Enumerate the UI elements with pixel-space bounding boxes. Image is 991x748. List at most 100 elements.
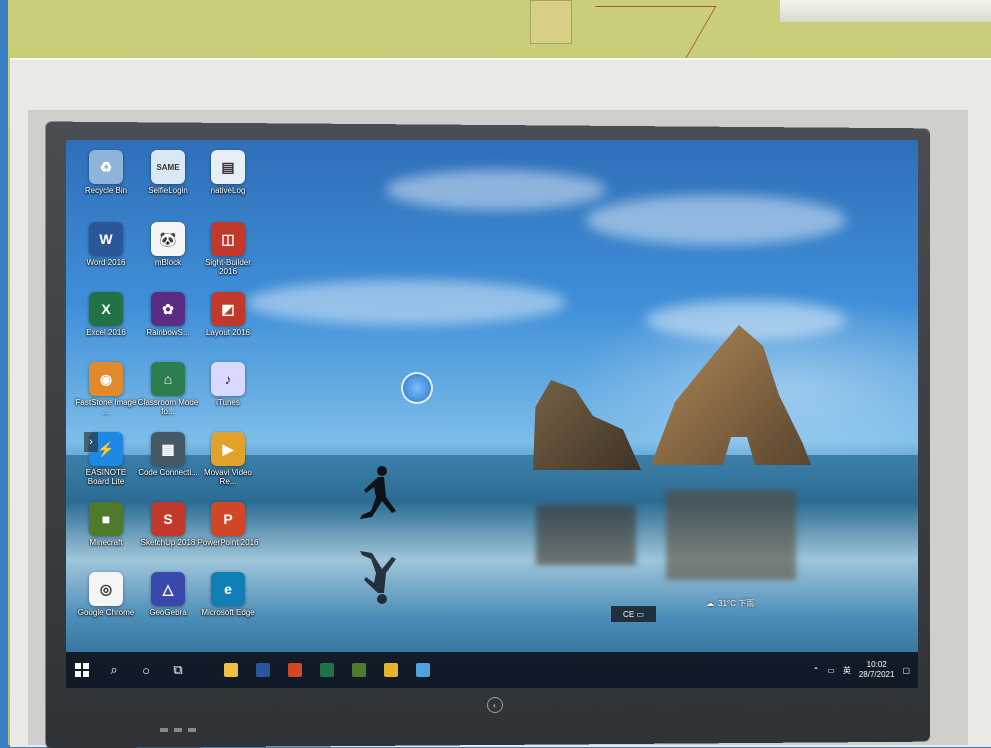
desktop-screen[interactable]: ♻ Recycle Bin SAME SelfieLogin ▤ nativeLog W Wo…	[66, 140, 918, 688]
layout-2016-icon: ◩	[211, 292, 245, 326]
desktop-icon-layout-2016[interactable]: ◩ Layout 2016	[196, 292, 260, 337]
desktop-icon-native-log[interactable]: ▤ nativeLog	[196, 150, 260, 195]
desktop-icon-google-chrome[interactable]: ◎ Google Chrome	[74, 572, 138, 617]
cloud	[246, 280, 566, 325]
desktop-icon-label: SelfieLogin	[148, 186, 188, 195]
word-2016-icon: W	[89, 222, 123, 256]
ceiling-light	[780, 0, 991, 22]
weather-widget[interactable]: ☁ 31°C 下雨	[706, 598, 754, 609]
junction-box	[530, 0, 572, 44]
cloud	[386, 170, 606, 210]
desktop-icon-label: GeoGebra	[149, 608, 187, 617]
desktop-icon-label: Layout 2016	[205, 328, 251, 337]
desktop-icon-powerpoint-2016[interactable]: P PowerPoint 2016	[196, 502, 260, 547]
taskbar-file-explorer-icon[interactable]	[224, 663, 238, 677]
taskbar-powerpoint-icon[interactable]	[288, 663, 302, 677]
chevron-right-icon[interactable]: ›	[84, 432, 98, 452]
usb-port	[160, 728, 168, 732]
task-view-button[interactable]: ⧉	[162, 654, 194, 686]
microsoft-edge-icon: e	[211, 572, 245, 606]
excel-2016-icon: X	[89, 292, 123, 326]
circle-icon: ○	[142, 662, 150, 678]
desktop-icon-geogebra[interactable]: △ GeoGebra	[136, 572, 200, 617]
desktop-icon-word-2016[interactable]: W Word 2016	[74, 222, 138, 267]
itunes-icon: ♪	[211, 362, 245, 396]
desktop-icon-label: Google Chrome	[77, 608, 135, 617]
desktop-icon-classroom-mode[interactable]: ⌂ Classroom Mode fo...	[136, 362, 200, 416]
desktop-icon-sketchup[interactable]: S SketchUp 2018	[136, 502, 200, 547]
taskbar-chrome-icon[interactable]	[384, 663, 398, 677]
desktop-icon-recycle-bin[interactable]: ♻ Recycle Bin	[74, 150, 138, 195]
desktop-icon-same-login[interactable]: SAME SelfieLogin	[136, 150, 200, 195]
desktop-icon-label: Microsoft Edge	[201, 608, 255, 617]
network-icon[interactable]: ▭	[827, 666, 835, 675]
taskbar-word-icon[interactable]	[256, 663, 270, 677]
movavi-icon: ▶	[211, 432, 245, 466]
desktop-icon-label: iTunes	[216, 398, 240, 407]
google-chrome-icon: ◎	[89, 572, 123, 606]
mblock-icon: 🐼	[151, 222, 185, 256]
chevron-up-icon[interactable]: ⌃	[813, 666, 820, 675]
taskbar-screen-tool-icon[interactable]	[416, 663, 430, 677]
clock[interactable]: 10:02 28/7/2021	[859, 660, 895, 680]
input-language[interactable]: 英	[843, 665, 851, 676]
runner-silhouette	[360, 466, 396, 519]
desktop-icon-label: EASINOTE Board Lite	[85, 468, 127, 486]
clock-time: 10:02	[866, 660, 887, 669]
desktop-icon-microsoft-edge[interactable]: e Microsoft Edge	[196, 572, 260, 617]
desktop-icon-label: Minecraft	[89, 538, 123, 547]
search-icon: ⌕	[110, 662, 118, 677]
input-indicator-label: CE ▭	[623, 609, 644, 619]
desktop-icon-label: PowerPoint 2016	[197, 538, 259, 547]
geogebra-icon: △	[151, 572, 185, 606]
desktop-icon-label: SketchUp 2018	[140, 538, 196, 547]
desktop-icon-label: Movavi Video Re...	[204, 468, 252, 486]
code-connection-icon: ▦	[151, 432, 185, 466]
desktop-icon-label: Recycle Bin	[84, 186, 128, 195]
sketchup-icon: S	[151, 502, 185, 536]
desktop-icon-code-connection[interactable]: ▦ Code Connecti...	[136, 432, 200, 477]
desktop-icon-excel-2016[interactable]: X Excel 2016	[74, 292, 138, 337]
input-indicator[interactable]: CE ▭	[611, 606, 656, 622]
cloud	[586, 195, 846, 245]
same-login-icon: SAME	[151, 150, 185, 184]
desktop-icon-rainbows[interactable]: ✿ RainbowS...	[136, 292, 200, 337]
windows-icon	[75, 663, 89, 677]
desktop-icon-minecraft[interactable]: ■ Minecraft	[74, 502, 138, 547]
desktop-icon-label: RainbowS...	[146, 328, 190, 337]
wallpaper-rock-arch	[651, 325, 811, 465]
desktop-icon-faststone[interactable]: ◉ FastStone Image ...	[74, 362, 138, 416]
desktop-icon-sight-builder[interactable]: ◫ Sight-Builder 2016	[196, 222, 260, 276]
usb-port	[174, 728, 182, 732]
desktop-icon-label: mBlock	[154, 258, 182, 267]
cortana-button[interactable]: ○	[130, 654, 162, 686]
rainbows-icon: ✿	[151, 292, 185, 326]
pinned-apps	[224, 663, 430, 677]
clock-date: 28/7/2021	[858, 670, 895, 679]
taskbar-minecraft-icon[interactable]	[352, 663, 366, 677]
native-log-icon: ▤	[211, 150, 245, 184]
desktop-icon-itunes[interactable]: ♪ iTunes	[196, 362, 260, 407]
search-button[interactable]: ⌕	[98, 654, 130, 686]
desktop-icon-label: FastStone Image ...	[75, 398, 137, 416]
start-button[interactable]	[66, 654, 98, 686]
bezel-logo: ◐	[95, 690, 895, 720]
task-view-icon: ⧉	[173, 662, 183, 677]
desktop-icon-label: Sight-Builder 2016	[205, 258, 251, 276]
weather-text: 31°C 下雨	[718, 599, 755, 608]
taskbar-excel-icon[interactable]	[320, 663, 334, 677]
powerpoint-2016-icon: P	[211, 502, 245, 536]
hdmi-port	[188, 728, 196, 732]
recycle-bin-icon: ♻	[89, 150, 123, 184]
desktop-icon-mblock[interactable]: 🐼 mBlock	[136, 222, 200, 267]
loading-cursor-icon	[401, 372, 433, 404]
front-ports	[160, 728, 196, 732]
faststone-icon: ◉	[89, 362, 123, 396]
system-tray: ⌃ ▭ 英 10:02 28/7/2021 ▢	[813, 652, 910, 688]
desktop-icon-movavi[interactable]: ▶ Movavi Video Re...	[196, 432, 260, 486]
desktop-icon-label: Classroom Mode fo...	[137, 398, 199, 416]
desktop-icon-label: Code Connecti...	[138, 468, 198, 477]
minecraft-icon: ■	[89, 502, 123, 536]
wallpaper-rock	[533, 380, 641, 470]
notification-icon[interactable]: ▢	[902, 666, 910, 675]
